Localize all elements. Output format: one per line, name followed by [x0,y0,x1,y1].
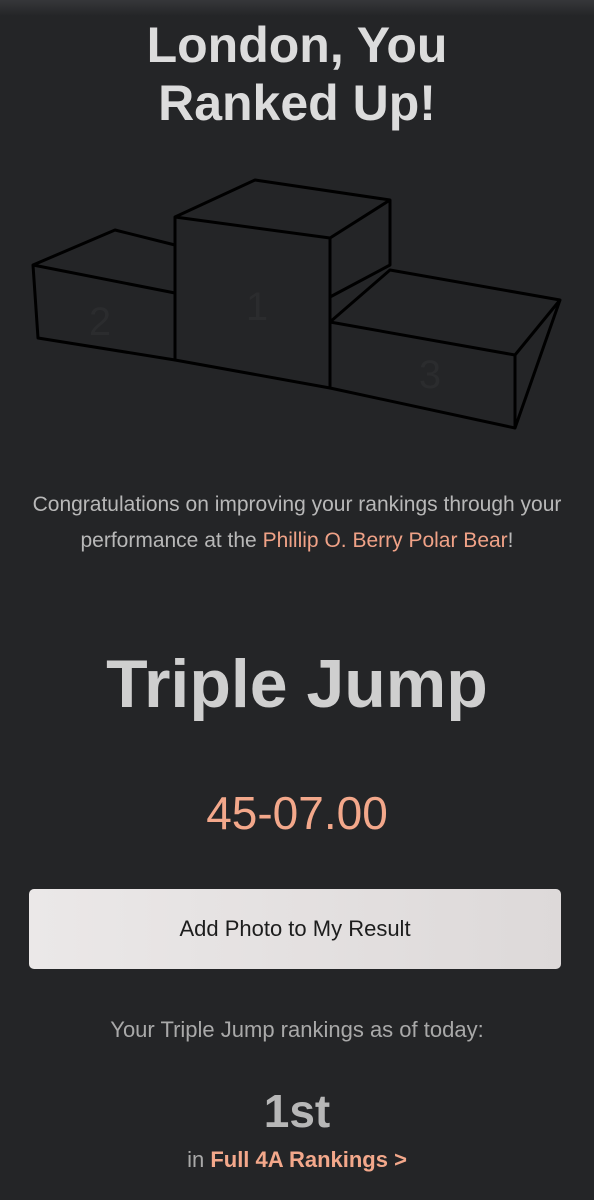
ranking-scope: in Full 4A Rankings > [0,1142,594,1178]
top-edge [0,0,594,16]
page-title-line-2: Ranked Up! [158,75,436,131]
podium-block-third [328,268,562,430]
event-name: Triple Jump [106,646,488,722]
full-rankings-link[interactable]: Full 4A Rankings > [210,1147,407,1172]
result-mark: 45-07.00 [206,787,388,839]
podium-label-second: 2 [89,300,111,344]
podium-illustration: 2 1 3 [31,178,562,430]
podium-block-first [173,178,392,390]
rankings-caption: Your Triple Jump rankings as of today: [110,1017,484,1042]
meet-link[interactable]: Phillip O. Berry Polar Bear [263,529,508,552]
page-title-line-1: London, You [146,17,448,73]
congratulations-suffix: ! [507,529,514,552]
podium-label-third: 3 [419,353,441,397]
ranking-position: 1st [263,1085,331,1137]
ranking-scope-prefix: in [187,1147,211,1172]
page-title: London, You Ranked Up! [0,16,594,132]
podium-label-first: 1 [246,285,268,329]
congratulations-message: Congratulations on improving your rankin… [30,487,564,559]
add-photo-button[interactable]: Add Photo to My Result [29,889,561,969]
